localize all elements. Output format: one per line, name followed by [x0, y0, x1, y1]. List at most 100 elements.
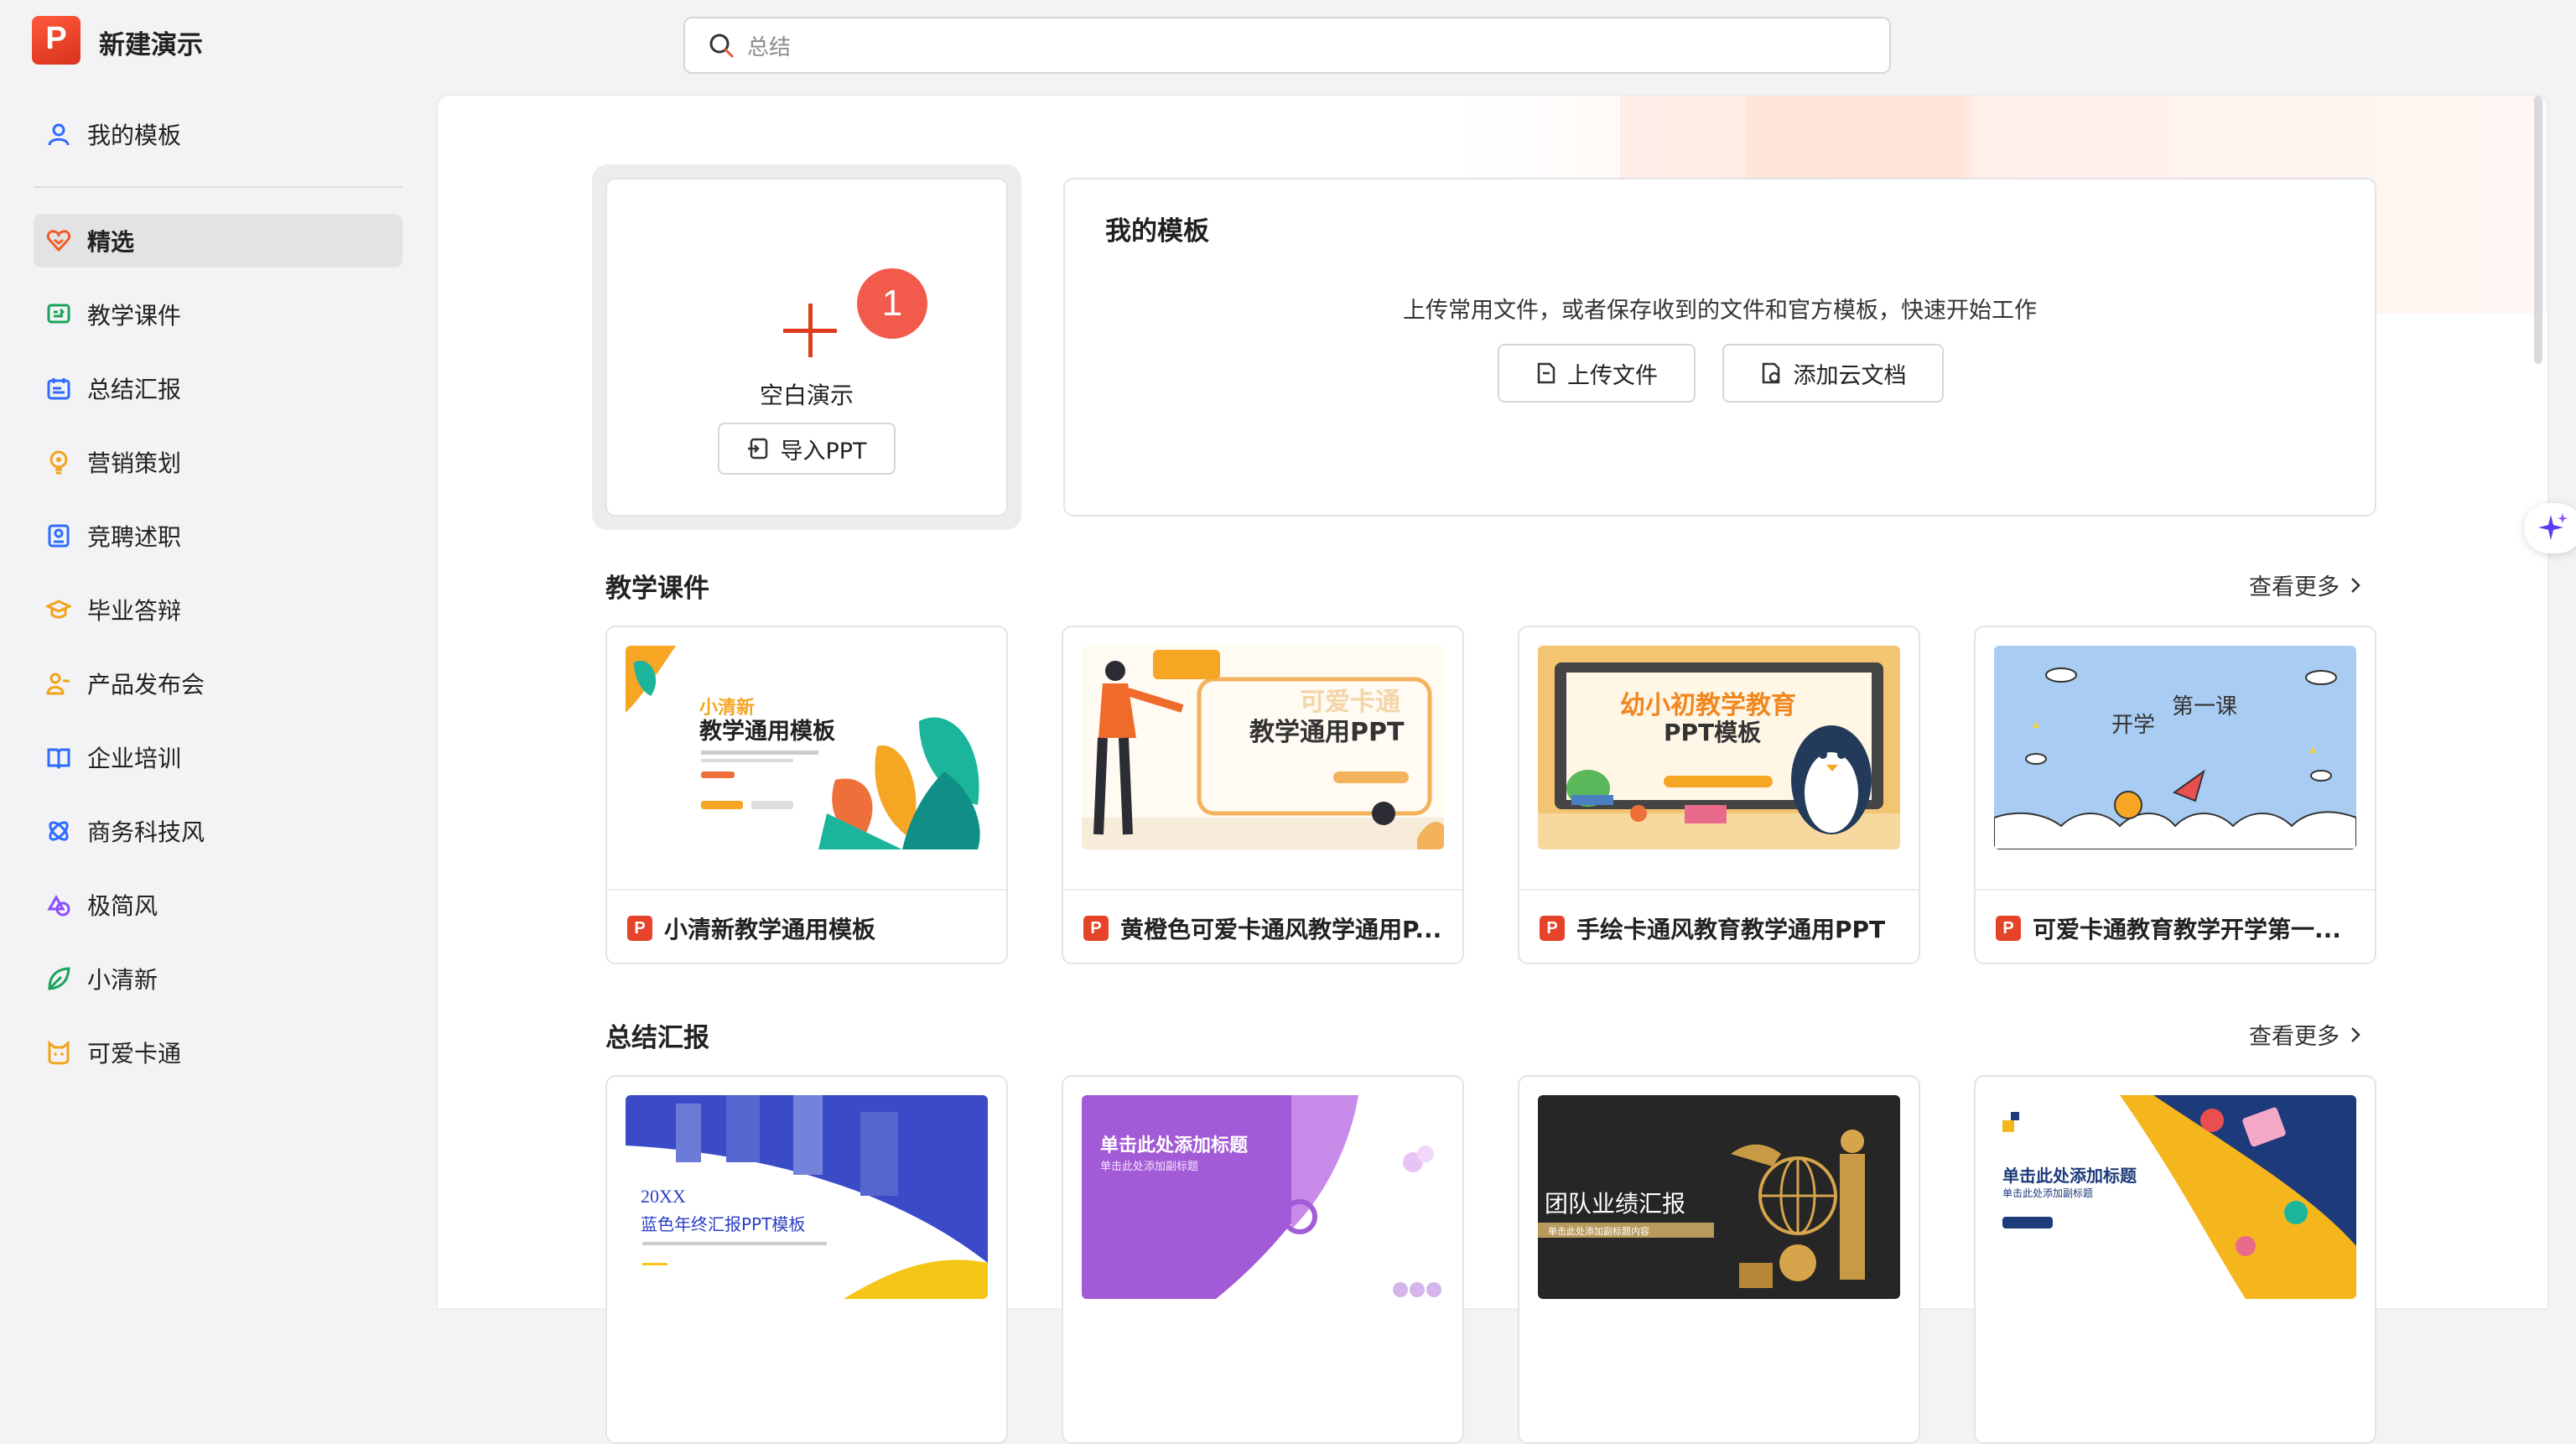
template-name: 黄橙色可爱卡通风教学通用P...: [1120, 916, 1442, 943]
search-input[interactable]: 总结: [683, 17, 1891, 74]
sidebar-item-minimal[interactable]: 极简风: [34, 878, 402, 932]
step-badge: 1: [857, 268, 927, 339]
template-thumbnail: 单击此处添加标题 单击此处添加副标题: [1994, 1095, 2356, 1299]
courseware-icon: [44, 299, 74, 330]
ppt-file-icon: P: [1540, 916, 1565, 941]
thumbnail-art: [626, 646, 980, 849]
sidebar-item-label: 极简风: [87, 892, 158, 920]
upload-file-label: 上传文件: [1567, 362, 1658, 389]
thumbnail-title: 单击此处添加标题: [1100, 1135, 1249, 1156]
section-title-courseware: 教学课件: [605, 574, 709, 604]
upload-file-button[interactable]: 上传文件: [1498, 344, 1696, 403]
badge-icon: [44, 521, 74, 551]
sidebar-item-courseware[interactable]: 教学课件: [34, 288, 402, 341]
scrollbar[interactable]: [2534, 96, 2542, 364]
sidebar: 我的模板 精选 教学课件 总结汇报 营销策划 竞聘述职 毕业答辩 产品发布会 企…: [0, 0, 436, 1310]
sidebar-item-fresh[interactable]: 小清新: [34, 952, 402, 1005]
sidebar-item-label: 我的模板: [87, 122, 182, 149]
sidebar-item-product-launch[interactable]: 产品发布会: [34, 657, 402, 710]
template-card[interactable]: 开学 第一课 P 可爱卡通教育教学开学第一...: [1974, 626, 2376, 964]
calendar-icon: [44, 373, 74, 403]
sidebar-item-label: 企业培训: [87, 745, 182, 772]
thumbnail-title: 20XX: [641, 1186, 686, 1207]
sidebar-item-campaign[interactable]: 竞聘述职: [34, 509, 402, 563]
template-card-footer: P 可爱卡通教育教学开学第一...: [1976, 889, 2375, 963]
sidebar-item-graduation[interactable]: 毕业答辩: [34, 583, 402, 636]
sidebar-item-featured[interactable]: 精选: [34, 214, 402, 268]
thumbnail-art: [1994, 667, 2356, 849]
template-thumbnail: 幼小初教学教育 PPT模板: [1538, 646, 1900, 849]
see-more-summary-link[interactable]: 查看更多: [2249, 1018, 2361, 1051]
my-templates-description: 上传常用文件，或者保存收到的文件和官方模板，快速开始工作: [1403, 298, 2037, 324]
shapes-icon: [44, 890, 74, 920]
new-blank-card[interactable]: 1 空白演示 导入PPT: [605, 178, 1008, 517]
template-card[interactable]: 20XX 蓝色年终汇报PPT模板: [605, 1075, 1008, 1444]
sidebar-item-label: 营销策划: [87, 449, 182, 477]
cloud-doc-icon: [1762, 362, 1779, 384]
template-card[interactable]: 单击此处添加标题 单击此处添加副标题: [1974, 1075, 2376, 1444]
template-name: 可爱卡通教育教学开学第一...: [2033, 916, 2341, 943]
file-icon: [1537, 362, 1555, 384]
template-thumbnail: 单击此处添加标题 单击此处添加副标题: [1082, 1095, 1444, 1299]
leaf-icon: [44, 964, 74, 994]
see-more-label: 查看更多: [2249, 1024, 2340, 1050]
template-card[interactable]: 单击此处添加标题 单击此处添加副标题: [1062, 1075, 1464, 1444]
template-card[interactable]: 小清新 教学通用模板 P 小清新教学通用模板: [605, 626, 1008, 964]
thumbnail-title: 团队业绩汇报: [1545, 1190, 1686, 1218]
thumbnail-subtitle: 单击此处添加副标题内容: [1548, 1226, 1649, 1237]
template-card[interactable]: 可爱卡通 教学通用PPT P 黄橙色可爱卡通风教学通用P...: [1062, 626, 1464, 964]
plus-icon: [783, 304, 837, 357]
template-thumbnail: 团队业绩汇报 单击此处添加副标题内容: [1538, 1095, 1900, 1299]
presenter-icon: [44, 668, 74, 699]
template-name: 小清新教学通用模板: [664, 916, 876, 943]
ai-assistant-button[interactable]: [2524, 503, 2576, 553]
import-ppt-label: 导入PPT: [780, 438, 867, 465]
sidebar-item-training[interactable]: 企业培训: [34, 730, 402, 784]
thumbnail-subtitle: PPT模板: [1664, 719, 1762, 746]
lightbulb-icon: [44, 447, 74, 477]
sidebar-item-summary[interactable]: 总结汇报: [34, 361, 402, 415]
import-icon: [748, 438, 768, 460]
template-thumbnail: 20XX 蓝色年终汇报PPT模板: [626, 1095, 988, 1299]
template-card[interactable]: 幼小初教学教育 PPT模板 P 手绘卡通风教育教学通用PPT: [1518, 626, 1920, 964]
thumbnail-title: 教学通用模板: [699, 719, 835, 745]
template-thumbnail: 开学 第一课: [1994, 646, 2356, 849]
template-thumbnail: 可爱卡通 教学通用PPT: [1082, 646, 1444, 849]
sidebar-item-my-templates[interactable]: 我的模板: [34, 107, 402, 161]
ppt-file-icon: P: [627, 916, 652, 941]
my-templates-title: 我的模板: [1105, 216, 1209, 247]
thumbnail-subtitle: 第一课: [2172, 694, 2238, 719]
thumbnail-subtitle: 单击此处添加副标题: [1100, 1161, 1199, 1173]
search-query: 总结: [747, 34, 792, 60]
ppt-file-icon: P: [1996, 916, 2021, 941]
blank-presentation-label: 空白演示: [759, 382, 854, 409]
see-more-label: 查看更多: [2249, 574, 2340, 600]
section-title-summary: 总结汇报: [605, 1023, 709, 1053]
sidebar-item-business-tech[interactable]: 商务科技风: [34, 804, 402, 858]
graduation-cap-icon: [44, 595, 74, 625]
template-thumbnail: 小清新 教学通用模板: [626, 646, 988, 849]
thumbnail-subtitle: 单击此处添加副标题: [2002, 1187, 2094, 1199]
sparkle-icon: [2538, 513, 2568, 540]
add-cloud-doc-button[interactable]: 添加云文档: [1722, 344, 1944, 403]
thumbnail-subtitle: 蓝色年终汇报PPT模板: [641, 1214, 806, 1234]
sidebar-item-cartoon[interactable]: 可爱卡通: [34, 1026, 402, 1079]
sidebar-item-label: 可爱卡通: [87, 1040, 182, 1067]
heart-icon: [44, 226, 74, 256]
import-ppt-button[interactable]: 导入PPT: [718, 423, 896, 475]
sidebar-item-label: 竞聘述职: [87, 523, 182, 551]
template-card-footer: P 小清新教学通用模板: [607, 889, 1006, 963]
sidebar-item-label: 总结汇报: [87, 376, 182, 403]
sidebar-item-label: 毕业答辩: [87, 597, 182, 625]
sidebar-item-label: 精选: [87, 228, 135, 256]
chevron-right-icon: [2351, 577, 2360, 593]
my-templates-card: 我的模板 上传常用文件，或者保存收到的文件和官方模板，快速开始工作 上传文件 添…: [1063, 178, 2376, 517]
see-more-courseware-link[interactable]: 查看更多: [2249, 569, 2361, 601]
new-blank-wrapper: 1 空白演示 导入PPT: [592, 164, 1021, 530]
cat-icon: [44, 1037, 74, 1067]
sidebar-item-marketing[interactable]: 营销策划: [34, 435, 402, 489]
template-card[interactable]: 团队业绩汇报 单击此处添加副标题内容: [1518, 1075, 1920, 1444]
search-icon: [709, 34, 734, 58]
user-icon: [44, 119, 74, 149]
ppt-file-icon: P: [1083, 916, 1109, 941]
